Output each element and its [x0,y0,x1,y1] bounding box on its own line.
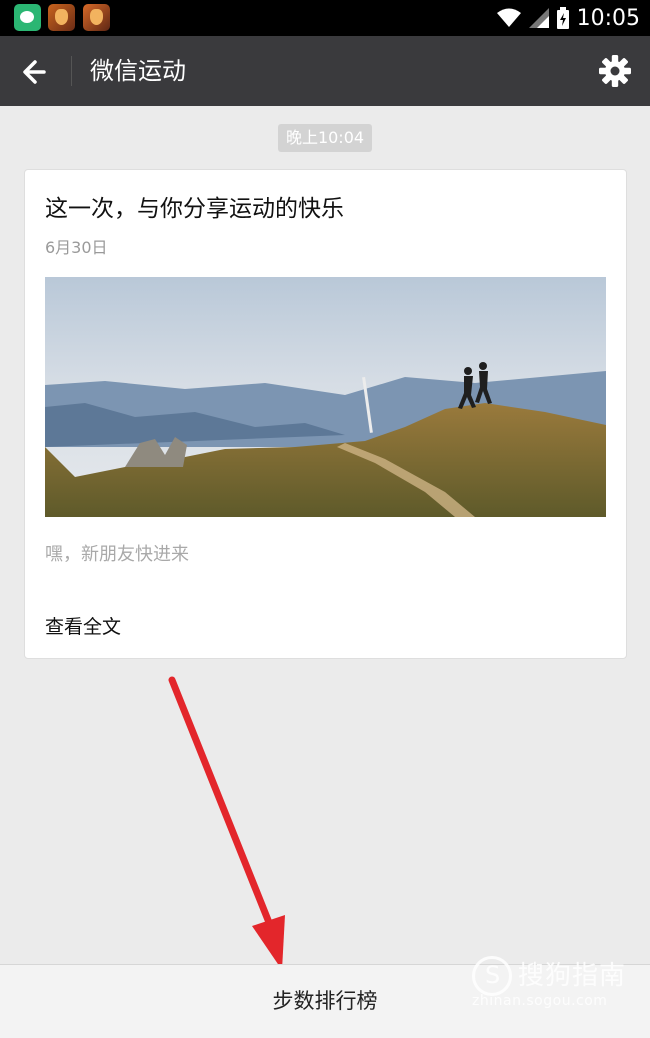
signal-icon [528,8,549,28]
back-button[interactable] [16,52,56,92]
watermark-url: zhinan.sogou.com [472,993,608,1009]
appbar-divider [71,56,72,86]
chat-app-icon [14,4,41,31]
back-arrow-icon [23,60,46,84]
watermark-logo [472,956,512,996]
message-time-label: 晚上10:04 [278,124,372,152]
red-arrow-annotation [168,676,285,970]
article-date: 6月30日 [45,238,108,257]
page-title: 微信运动 [90,57,186,85]
article-card[interactable]: 这一次，与你分享运动的快乐 6月30日 嘿，新朋友快进来 查看全文 [24,169,627,659]
game-app-icon [48,4,75,31]
status-indicators: 10:05 [496,0,640,36]
read-full-article-link[interactable]: 查看全文 [45,612,121,639]
app-bar: 微信运动 [0,36,650,106]
wifi-icon [496,8,521,28]
article-title: 这一次，与你分享运动的快乐 [45,196,344,222]
step-leaderboard-button[interactable]: 步数排行榜 [200,965,450,1038]
article-cover-image [45,277,606,517]
watermark-brand: 搜狗指南 [518,961,627,991]
watermark: 搜狗指南 zhinan.sogou.com [472,948,628,1018]
status-time: 10:05 [576,5,640,31]
status-bar: 10:05 [0,0,650,36]
gear-icon [599,55,631,87]
settings-button[interactable] [596,52,634,90]
article-description: 嘿，新朋友快进来 [45,544,189,565]
game-app-icon [83,4,110,31]
battery-icon [556,7,569,29]
